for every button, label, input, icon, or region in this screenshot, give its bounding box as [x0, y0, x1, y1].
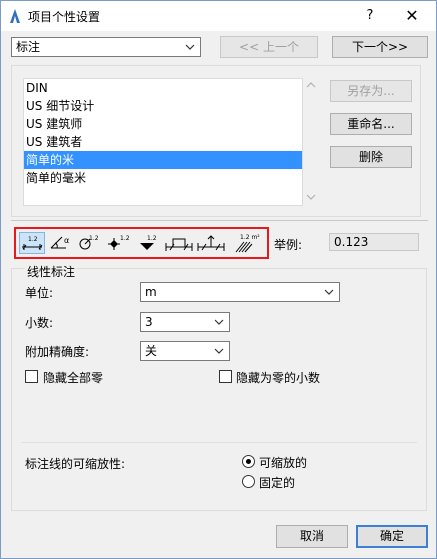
next-button[interactable]: 下一个>> — [332, 36, 428, 58]
scroll-up-arrow-icon[interactable] — [304, 80, 318, 90]
preset-item-us-builder[interactable]: US 建筑者 — [24, 133, 302, 151]
door-window-dimension-tool-button[interactable] — [164, 232, 194, 254]
area-calculation-tool-button[interactable]: 1.2 m² — [230, 232, 264, 254]
door-window-dimension-tool-icon — [165, 238, 193, 251]
help-button[interactable]: ? — [359, 5, 381, 27]
example-label: 举例: — [274, 238, 303, 252]
hide-all-zeros-label: 隐藏全部零 — [43, 371, 104, 385]
hide-all-zeros-checkbox[interactable] — [25, 370, 38, 383]
example-value-field: 0.123 — [329, 233, 419, 251]
scalable-radio-label: 可缩放的 — [259, 456, 308, 470]
linear-dimension-tool-button[interactable]: 1.2 — [19, 232, 45, 254]
window-title: 项目个性设置 — [28, 10, 101, 24]
divider — [11, 220, 428, 221]
unit-label: 单位: — [25, 286, 54, 300]
linear-dimension-group — [11, 268, 427, 511]
hide-zero-decimals-label: 隐藏为零的小数 — [236, 371, 321, 385]
decimals-select[interactable]: 3 — [140, 312, 230, 332]
dimension-type-toolbar: 1.2 α 1.2 1.2 1.2 1.2 m² — [14, 227, 269, 259]
svg-text:α: α — [64, 236, 69, 245]
chevron-down-icon — [324, 289, 334, 295]
project-preferences-dialog: 项目个性设置 ? ✕ 标注 << 上一个 下一个>> DIN US 细节设计 U… — [0, 0, 437, 559]
linear-dimension-tool-icon: 1.2 — [22, 236, 43, 250]
level-dimension-tool-button[interactable]: 1.2 — [106, 232, 132, 254]
svg-text:1.2: 1.2 — [120, 235, 130, 242]
scalable-radio[interactable] — [242, 455, 255, 468]
save-as-button[interactable]: 另存为... — [330, 80, 412, 102]
svg-text:1.2 m²: 1.2 m² — [240, 234, 260, 241]
ok-button[interactable]: 确定 — [356, 525, 428, 548]
area-calculation-tool-icon: 1.2 m² — [235, 234, 260, 253]
fixed-radio[interactable] — [242, 475, 255, 488]
preset-item-us-architect[interactable]: US 建筑师 — [24, 115, 302, 133]
category-select-value: 标注 — [16, 40, 41, 54]
previous-button[interactable]: << 上一个 — [220, 36, 318, 58]
sill-height-tool-button[interactable] — [196, 232, 226, 254]
svg-text:1.2: 1.2 — [147, 235, 157, 242]
scroll-down-arrow-icon[interactable] — [304, 192, 318, 202]
angle-dimension-tool-button[interactable]: α — [48, 232, 74, 254]
archicad-app-icon — [10, 9, 20, 23]
delete-button[interactable]: 删除 — [330, 146, 412, 168]
unit-select-value: m — [145, 285, 157, 299]
chevron-down-icon — [214, 348, 224, 354]
preset-list[interactable]: DIN US 细节设计 US 建筑师 US 建筑者 简单的米 简单的毫米 — [23, 78, 303, 206]
hide-zero-decimals-checkbox[interactable] — [219, 370, 232, 383]
chevron-down-icon — [185, 44, 195, 50]
preset-item-us-detailing[interactable]: US 细节设计 — [24, 97, 302, 115]
elevation-dimension-tool-button[interactable]: 1.2 — [135, 232, 161, 254]
group-divider — [21, 442, 417, 443]
decimals-label: 小数: — [25, 316, 54, 330]
level-dimension-tool-icon: 1.2 — [108, 235, 130, 250]
svg-text:1.2: 1.2 — [89, 235, 99, 242]
linear-dimension-group-title: 线性标注 — [25, 263, 78, 280]
preset-item-simple-meter[interactable]: 简单的米 — [24, 151, 302, 169]
scalability-label: 标注线的可缩放性: — [25, 457, 126, 471]
preset-item-simple-millimeter[interactable]: 简单的毫米 — [24, 169, 302, 187]
svg-text:1.2: 1.2 — [28, 236, 38, 243]
title-bar: 项目个性设置 ? ✕ — [1, 1, 436, 31]
fixed-radio-label: 固定的 — [259, 476, 296, 490]
decimals-select-value: 3 — [145, 315, 153, 329]
radial-dimension-tool-icon: 1.2 — [79, 235, 99, 250]
elevation-dimension-tool-icon: 1.2 — [140, 235, 157, 250]
cancel-button[interactable]: 取消 — [276, 525, 348, 548]
sill-height-tool-icon — [197, 235, 225, 251]
radial-dimension-tool-button[interactable]: 1.2 — [77, 232, 103, 254]
extra-accuracy-label: 附加精确度: — [25, 345, 90, 359]
rename-button[interactable]: 重命名... — [330, 113, 412, 135]
preset-item-din[interactable]: DIN — [24, 79, 302, 97]
close-button[interactable]: ✕ — [401, 5, 423, 27]
extra-accuracy-select-value: 关 — [145, 344, 158, 358]
extra-accuracy-select[interactable]: 关 — [140, 341, 230, 361]
chevron-down-icon — [214, 319, 224, 325]
angle-dimension-tool-icon: α — [50, 236, 69, 249]
unit-select[interactable]: m — [140, 282, 340, 302]
category-select[interactable]: 标注 — [11, 37, 201, 57]
